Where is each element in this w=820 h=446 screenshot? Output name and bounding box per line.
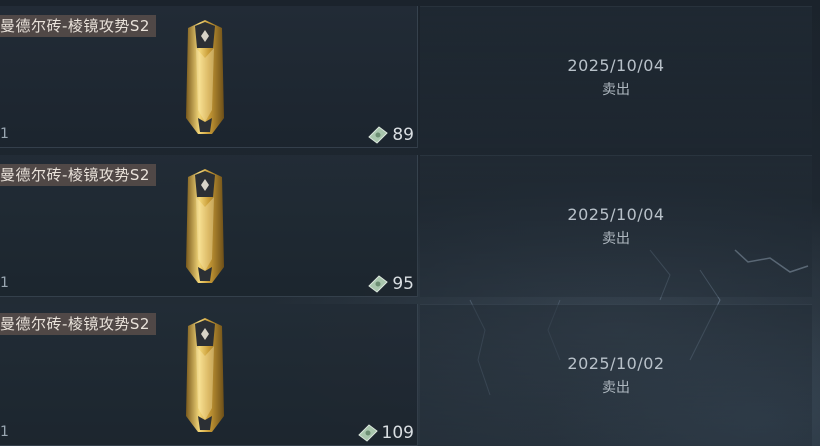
trade-record-row[interactable]: 曼德尔砖-棱镜攻势S2 1 109 2025/10/02 卖出 (0, 304, 820, 446)
trade-detail-panel: 2025/10/04 卖出 (420, 155, 812, 297)
item-quantity: 1 (0, 424, 9, 440)
trade-date: 2025/10/04 (567, 205, 665, 224)
item-card[interactable]: 曼德尔砖-棱镜攻势S2 1 95 (0, 155, 418, 297)
trade-record-row[interactable]: 曼德尔砖-棱镜攻势S2 1 89 2025/10/04 卖出 (0, 6, 820, 148)
item-name-tag: 曼德尔砖-棱镜攻势S2 (0, 15, 156, 37)
mandel-brick-item-image (186, 318, 224, 432)
trade-date: 2025/10/02 (567, 354, 665, 373)
mandel-brick-item-image (186, 169, 224, 283)
trade-detail-panel: 2025/10/04 卖出 (420, 6, 812, 148)
mandel-brick-item-image (186, 20, 224, 134)
cash-icon (357, 424, 378, 442)
item-card[interactable]: 曼德尔砖-棱镜攻势S2 1 89 (0, 6, 418, 148)
item-quantity: 1 (0, 126, 9, 142)
trade-action: 卖出 (602, 380, 630, 396)
trade-detail-panel: 2025/10/02 卖出 (420, 304, 812, 446)
price-value: 109 (381, 423, 414, 443)
item-card[interactable]: 曼德尔砖-棱镜攻势S2 1 109 (0, 304, 418, 446)
trade-record-row[interactable]: 曼德尔砖-棱镜攻势S2 1 95 2025/10/04 卖出 (0, 155, 820, 297)
cash-icon (368, 126, 389, 144)
item-name-tag: 曼德尔砖-棱镜攻势S2 (0, 313, 156, 335)
item-price: 89 (367, 125, 414, 145)
item-quantity: 1 (0, 275, 9, 291)
price-value: 89 (392, 125, 414, 145)
item-name-tag: 曼德尔砖-棱镜攻势S2 (0, 164, 156, 186)
trade-action: 卖出 (602, 231, 630, 247)
item-price: 109 (357, 423, 414, 443)
cash-icon (368, 275, 389, 293)
trade-action: 卖出 (602, 82, 630, 98)
item-price: 95 (367, 274, 414, 294)
trade-date: 2025/10/04 (567, 56, 665, 75)
price-value: 95 (392, 274, 414, 294)
